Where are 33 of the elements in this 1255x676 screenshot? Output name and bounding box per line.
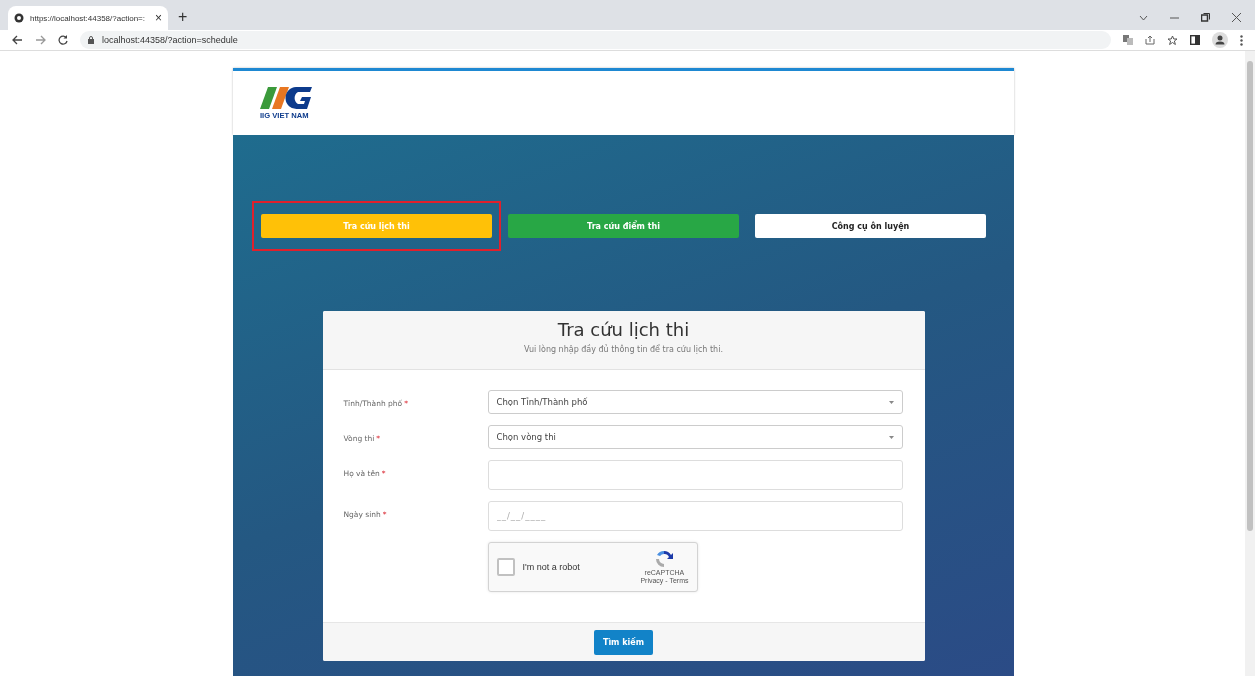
tab-title: https://localhost:44358/?action=: [30, 13, 146, 23]
side-panel-icon[interactable] [1190, 35, 1200, 45]
translate-icon[interactable] [1123, 35, 1133, 45]
close-tab-button[interactable]: × [155, 11, 162, 25]
chevron-down-icon[interactable] [1139, 14, 1148, 21]
close-icon[interactable] [1232, 13, 1241, 22]
nav-button[interactable]: Công cụ ôn luyện [755, 214, 986, 238]
star-icon[interactable] [1167, 34, 1178, 46]
back-arrow-icon[interactable] [12, 35, 23, 45]
forward-arrow-icon[interactable] [35, 35, 46, 45]
lock-icon [88, 36, 94, 44]
select-dropdown[interactable]: Chọn Tỉnh/Thành phố [487, 390, 903, 414]
search-button[interactable]: Tìm kiếm [594, 629, 653, 655]
address-bar[interactable]: localhost:44358/?action=schedule [80, 31, 1111, 49]
browser-tab[interactable]: https://localhost:44358/?action=: × [8, 6, 168, 30]
new-tab-button[interactable]: + [178, 8, 188, 26]
input-field[interactable]: __/__/____ [487, 501, 903, 531]
captcha-label: I'm not a robot [522, 562, 581, 572]
select-dropdown[interactable]: Chọn vòng thi [487, 425, 903, 449]
caret-icon [888, 400, 894, 404]
share-icon[interactable] [1145, 35, 1155, 45]
reload-icon[interactable] [58, 35, 68, 45]
more-menu-icon[interactable] [1240, 34, 1243, 46]
form-subtitle: Vui lòng nhập đầy đủ thông tin để tra cứu lịch thi. [524, 345, 723, 354]
captcha-checkbox[interactable] [496, 558, 515, 576]
input-field[interactable] [487, 460, 903, 490]
scrollbar[interactable] [1245, 51, 1255, 676]
recaptcha-logo-icon [654, 550, 675, 568]
url-text: localhost:44358/?action=schedule [102, 35, 238, 45]
restore-icon[interactable] [1201, 13, 1210, 22]
form-title: Tra cứu lịch thi [557, 319, 690, 341]
profile-avatar-icon[interactable] [1212, 32, 1228, 48]
caret-icon [888, 435, 894, 439]
